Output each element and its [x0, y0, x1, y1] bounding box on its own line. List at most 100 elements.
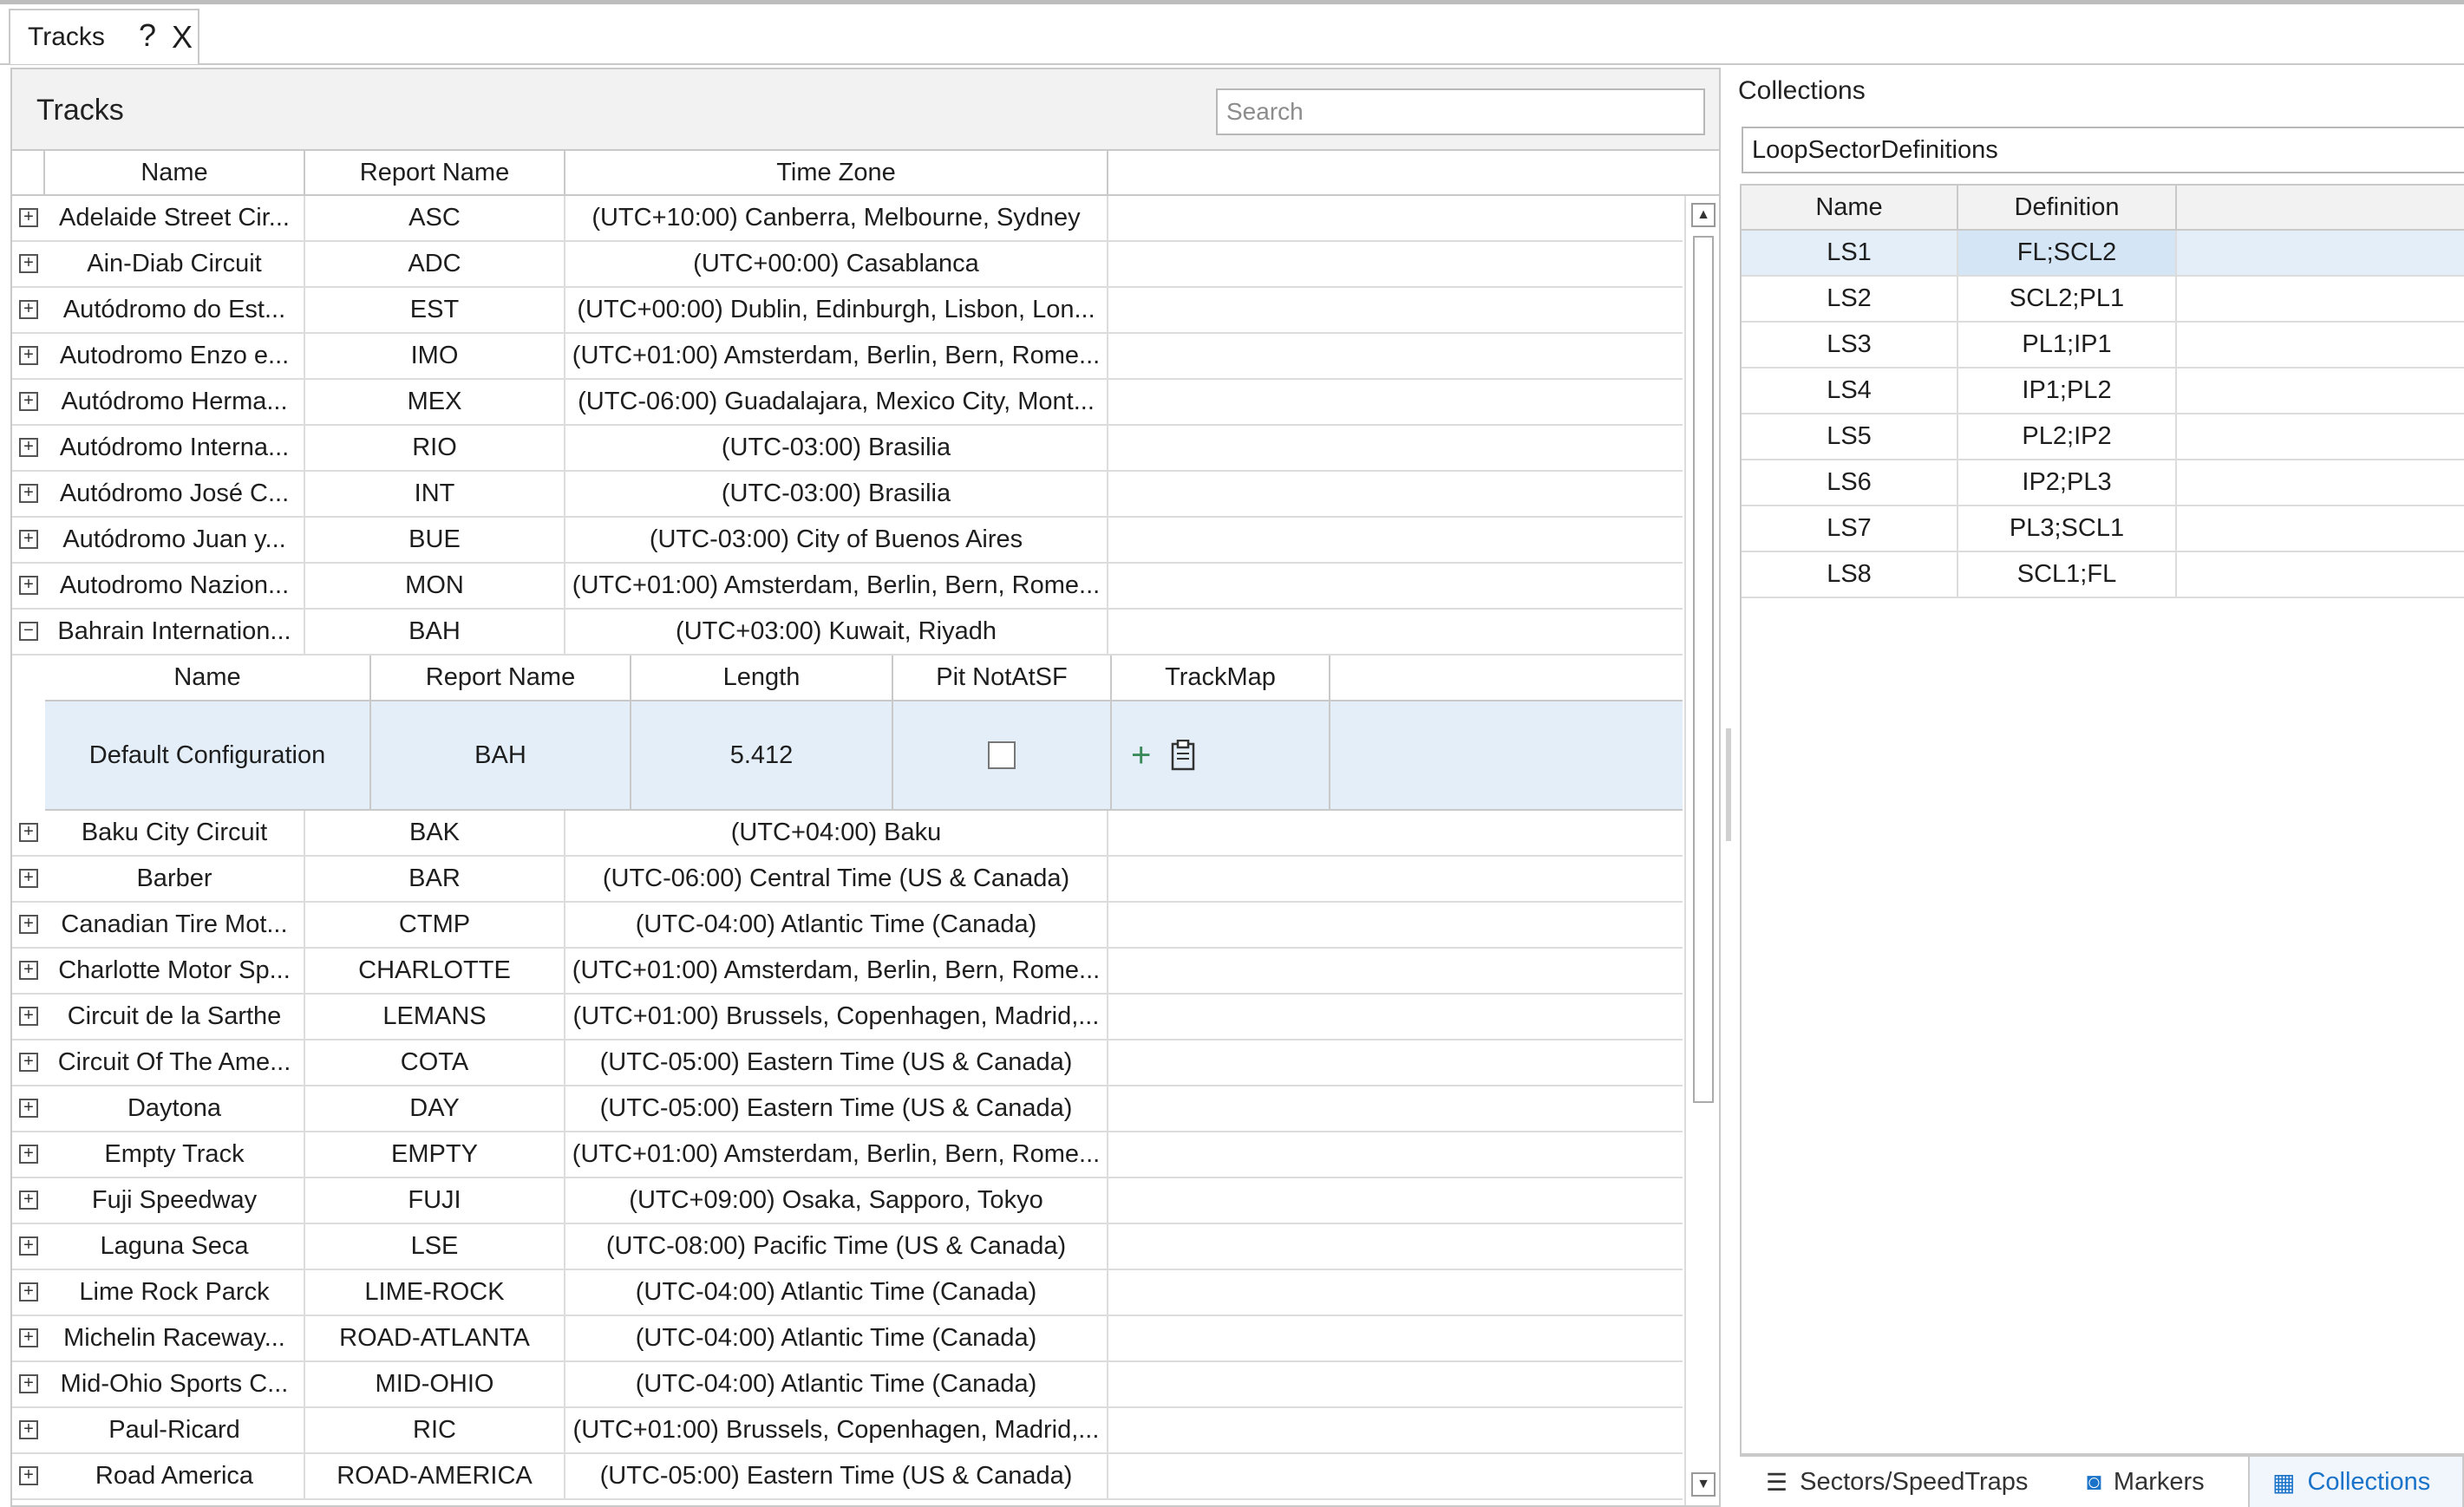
table-row[interactable]: LS7 PL3;SCL1: [1742, 506, 2464, 552]
column-header-trackmap[interactable]: TrackMap: [1112, 656, 1330, 700]
cell-definition[interactable]: FL;SCL2: [1958, 231, 2177, 275]
cell-definition[interactable]: PL3;SCL1: [1958, 506, 2177, 551]
table-row[interactable]: + Fuji Speedway FUJI (UTC+09:00) Osaka, Sap…: [12, 1178, 1683, 1224]
table-row[interactable]: LS3 PL1;IP1: [1742, 323, 2464, 369]
scrollbar-thumb[interactable]: [1693, 236, 1714, 1103]
column-header-name[interactable]: Name: [45, 151, 305, 194]
cell-time-zone: (UTC-04:00) Atlantic Time (Canada): [565, 1270, 1108, 1315]
cell-time-zone: (UTC+04:00) Baku: [565, 811, 1108, 855]
column-header-definition[interactable]: Definition: [1958, 186, 2177, 231]
add-icon[interactable]: +: [1131, 736, 1151, 775]
table-row[interactable]: + Autódromo do Est... EST (UTC+00:00) Dubli…: [12, 288, 1683, 334]
expand-icon[interactable]: +: [19, 300, 38, 319]
column-header-report-name[interactable]: Report Name: [305, 151, 565, 194]
cell-definition[interactable]: SCL1;FL: [1958, 552, 2177, 597]
expand-icon[interactable]: +: [19, 1282, 38, 1302]
expand-icon[interactable]: +: [19, 1191, 38, 1210]
scroll-down-icon[interactable]: ▼: [1691, 1472, 1716, 1497]
table-row[interactable]: + Canadian Tire Mot... CTMP (UTC-04:00) Atl…: [12, 903, 1683, 949]
expand-icon[interactable]: +: [19, 208, 38, 227]
table-row[interactable]: + Autódromo José C... INT (UTC-03:00) Brasi…: [12, 472, 1683, 518]
cell-definition[interactable]: PL1;IP1: [1958, 323, 2177, 367]
expand-icon[interactable]: +: [19, 1053, 38, 1072]
table-row[interactable]: + Circuit Of The Ame... COTA (UTC-05:00) Ea…: [12, 1041, 1683, 1086]
help-icon[interactable]: ?: [139, 17, 156, 54]
collapse-icon[interactable]: −: [19, 622, 38, 641]
collection-selector[interactable]: LoopSectorDefinitions: [1742, 127, 2464, 173]
scroll-up-icon[interactable]: ▲: [1691, 203, 1716, 227]
table-row[interactable]: + Lime Rock Parck LIME-ROCK (UTC-04:00) Atl…: [12, 1270, 1683, 1316]
table-row[interactable]: LS6 IP2;PL3: [1742, 460, 2464, 506]
cell-time-zone: (UTC-03:00) Brasilia: [565, 472, 1108, 516]
column-header-pit-notatsf[interactable]: Pit NotAtSF: [893, 656, 1112, 700]
table-row[interactable]: + Autódromo Juan y... BUE (UTC-03:00) City …: [12, 518, 1683, 564]
table-row[interactable]: + Road America ROAD-AMERICA (UTC-05:00) Eas…: [12, 1454, 1683, 1500]
configuration-header: Name Report Name Length Pit NotAtSF TrackMap: [45, 656, 1683, 701]
table-row[interactable]: + Barber BAR (UTC-06:00) Central Time (US &…: [12, 857, 1683, 903]
expand-icon[interactable]: +: [19, 823, 38, 842]
table-row[interactable]: + Autodromo Enzo e... IMO (UTC+01:00) Amste…: [12, 334, 1683, 380]
expand-icon[interactable]: +: [19, 1145, 38, 1164]
expand-icon[interactable]: +: [19, 1007, 38, 1026]
table-row[interactable]: + Circuit de la Sarthe LEMANS (UTC+01:00) B…: [12, 995, 1683, 1041]
expand-icon[interactable]: +: [19, 1236, 38, 1256]
table-row[interactable]: + Charlotte Motor Sp... CHARLOTTE (UTC+01:0…: [12, 949, 1683, 995]
table-row[interactable]: + Autódromo Interna... RIO (UTC-03:00) Bras…: [12, 426, 1683, 472]
column-header-config-report-name[interactable]: Report Name: [371, 656, 631, 700]
column-header-time-zone[interactable]: Time Zone: [565, 151, 1108, 194]
expand-icon[interactable]: +: [19, 1374, 38, 1393]
table-row[interactable]: + Mid-Ohio Sports C... MID-OHIO (UTC-04:00)…: [12, 1362, 1683, 1408]
expand-icon[interactable]: +: [19, 961, 38, 980]
table-row[interactable]: LS4 IP1;PL2: [1742, 369, 2464, 414]
table-row[interactable]: + Michelin Raceway... ROAD-ATLANTA (UTC-04:…: [12, 1316, 1683, 1362]
table-row[interactable]: LS5 PL2;IP2: [1742, 414, 2464, 460]
cell-time-zone: (UTC+00:00) Casablanca: [565, 242, 1108, 286]
table-row[interactable]: LS2 SCL2;PL1: [1742, 277, 2464, 323]
tracks-scrollbar[interactable]: ▲ ▼: [1684, 196, 1719, 1505]
table-row[interactable]: + Baku City Circuit BAK (UTC+04:00) Baku: [12, 811, 1683, 857]
column-header-config-name[interactable]: Name: [45, 656, 371, 700]
table-row[interactable]: + Laguna Seca LSE (UTC-08:00) Pacific Time …: [12, 1224, 1683, 1270]
table-row[interactable]: − Bahrain Internation... BAH (UTC+03:00) Ku…: [12, 610, 1683, 656]
table-row[interactable]: + Daytona DAY (UTC-05:00) Eastern Time (US …: [12, 1086, 1683, 1132]
expand-icon[interactable]: +: [19, 915, 38, 934]
expand-icon[interactable]: +: [19, 392, 38, 411]
clipboard-icon[interactable]: [1170, 740, 1196, 771]
cell-definition[interactable]: SCL2;PL1: [1958, 277, 2177, 321]
tracks-column-header: Name Report Name Time Zone: [12, 151, 1719, 196]
pit-notatsf-checkbox[interactable]: [988, 741, 1016, 769]
table-row[interactable]: + Empty Track EMPTY (UTC+01:00) Amsterdam, …: [12, 1132, 1683, 1178]
column-header-name[interactable]: Name: [1742, 186, 1958, 231]
expand-icon[interactable]: +: [19, 484, 38, 503]
expand-icon[interactable]: +: [19, 346, 38, 365]
close-icon[interactable]: X: [172, 19, 193, 55]
table-row[interactable]: LS8 SCL1;FL: [1742, 552, 2464, 598]
panel-splitter[interactable]: [1726, 728, 1731, 841]
expand-icon[interactable]: +: [19, 1328, 38, 1347]
table-row[interactable]: + Autódromo Herma... MEX (UTC-06:00) Guadal…: [12, 380, 1683, 426]
table-row[interactable]: + Ain-Diab Circuit ADC (UTC+00:00) Casablan…: [12, 242, 1683, 288]
expand-icon[interactable]: +: [19, 254, 38, 273]
expand-icon[interactable]: +: [19, 1099, 38, 1118]
configuration-row[interactable]: Default Configuration BAH 5.412 +: [45, 701, 1683, 811]
table-row[interactable]: + Adelaide Street Cir... ASC (UTC+10:00) Ca…: [12, 196, 1683, 242]
tab-tracks[interactable]: Tracks ? X: [9, 9, 199, 64]
expand-icon[interactable]: +: [19, 869, 38, 888]
expand-icon[interactable]: +: [19, 530, 38, 549]
expand-icon[interactable]: +: [19, 438, 38, 457]
cell-definition[interactable]: IP1;PL2: [1958, 369, 2177, 413]
search-box[interactable]: [1216, 88, 1705, 135]
table-row[interactable]: LS1 FL;SCL2: [1742, 231, 2464, 277]
table-row[interactable]: + Paul-Ricard RIC (UTC+01:00) Brussels, Cop…: [12, 1408, 1683, 1454]
cell-definition[interactable]: IP2;PL3: [1958, 460, 2177, 505]
cell-definition[interactable]: PL2;IP2: [1958, 414, 2177, 459]
expand-icon[interactable]: +: [19, 1466, 38, 1485]
tab-markers[interactable]: ◙ Markers: [2087, 1457, 2205, 1507]
table-row[interactable]: + Autodromo Nazion... MON (UTC+01:00) Amste…: [12, 564, 1683, 610]
tab-collections[interactable]: ▦ Collections: [2248, 1457, 2464, 1507]
tab-sectors-speedtraps[interactable]: ☰ Sectors/SpeedTraps: [1766, 1457, 2028, 1507]
expand-icon[interactable]: +: [19, 576, 38, 595]
expand-icon[interactable]: +: [19, 1420, 38, 1439]
column-header-length[interactable]: Length: [631, 656, 893, 700]
search-input[interactable]: [1218, 90, 1703, 134]
